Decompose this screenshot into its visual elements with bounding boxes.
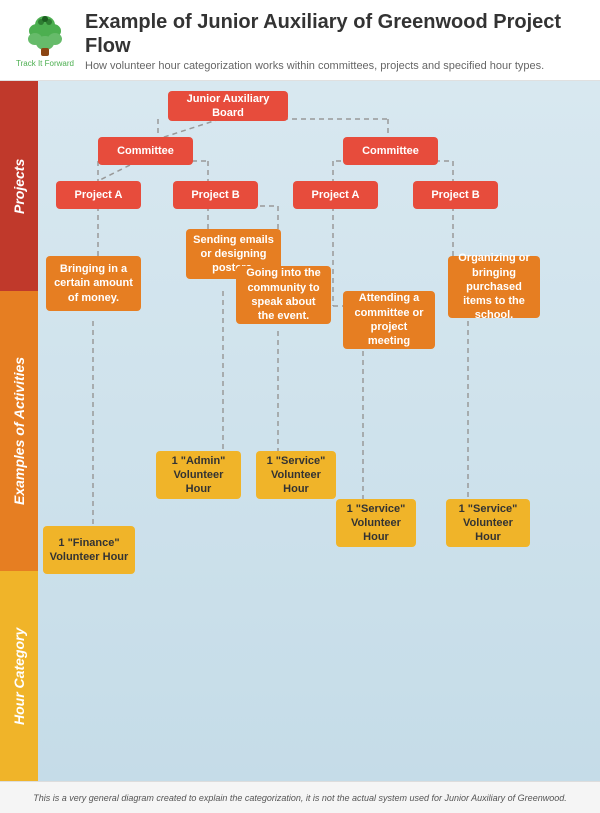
project-b2-box: Project B (413, 181, 498, 209)
activity4-box: Attending a committee or project meeting (343, 291, 435, 349)
diagram: .connector { stroke: #999; stroke-width:… (38, 81, 600, 781)
logo: Track It Forward (15, 15, 75, 68)
committee1-box: Committee (98, 137, 193, 165)
committee2-box: Committee (343, 137, 438, 165)
board-box: Junior Auxiliary Board (168, 91, 288, 121)
activity1-box: Bringing in a certain amount of money. (46, 256, 141, 311)
project-b1-box: Project B (173, 181, 258, 209)
header-text-container: Example of Junior Auxiliary of Greenwood… (75, 10, 585, 72)
logo-text: Track It Forward (16, 59, 74, 68)
main-content: Projects Examples of Activities Hour Cat… (0, 81, 600, 781)
sidebar-category: Hour Category (0, 571, 38, 781)
sidebar-projects-label: Projects (0, 81, 38, 291)
sidebar: Projects Examples of Activities Hour Cat… (0, 81, 38, 781)
project-a2-box: Project A (293, 181, 378, 209)
footer-text: This is a very general diagram created t… (33, 793, 566, 803)
hour2-box: 1 "Admin" Volunteer Hour (156, 451, 241, 499)
sidebar-category-label: Hour Category (0, 571, 38, 781)
sidebar-activities-label: Examples of Activities (0, 291, 38, 571)
tree-icon (21, 15, 69, 57)
page-subtitle: How volunteer hour categorization works … (85, 60, 585, 72)
page-title: Example of Junior Auxiliary of Greenwood… (85, 10, 585, 58)
activity5-box: Organizing or bringing purchased items t… (448, 256, 540, 318)
footer: This is a very general diagram created t… (0, 781, 600, 813)
project-a1-box: Project A (56, 181, 141, 209)
sidebar-projects: Projects (0, 81, 38, 291)
sidebar-activities: Examples of Activities (0, 291, 38, 571)
activity3-box: Going into the community to speak about … (236, 266, 331, 324)
hour3-box: 1 "Service" Volunteer Hour (256, 451, 336, 499)
hour1-box: 1 "Finance" Volunteer Hour (43, 526, 135, 574)
header: Track It Forward Example of Junior Auxil… (0, 0, 600, 81)
hour4-box: 1 "Service" Volunteer Hour (336, 499, 416, 547)
hour5-box: 1 "Service" Volunteer Hour (446, 499, 530, 547)
